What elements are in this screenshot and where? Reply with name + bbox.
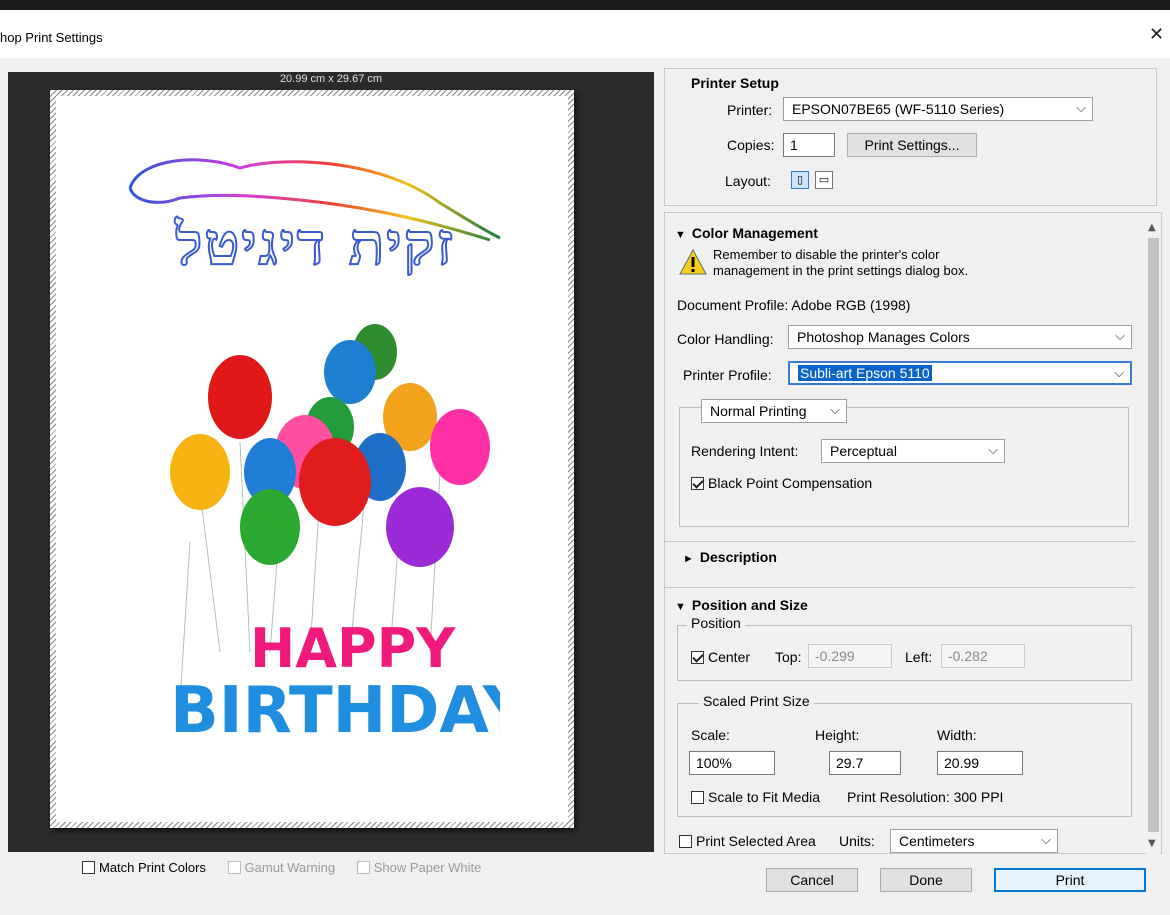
gamut-warning-label: Gamut Warning [244,860,336,875]
copies-label: Copies: [727,137,775,153]
chevron-down-icon: ⌵ [1114,365,1124,380]
print-resolution: Print Resolution: 300 PPI [847,789,1004,805]
cancel-button[interactable]: Cancel [766,868,858,892]
close-icon[interactable]: ✕ [1149,24,1164,45]
gamut-warning-option: Gamut Warning [227,860,336,875]
hebrew-title-text: זקית דיגיטל [174,209,455,279]
expand-triangle-icon: ► [683,553,694,565]
scale-label: Scale: [691,727,730,743]
print-selected-area-checkbox[interactable] [679,835,692,848]
rendering-intent-label: Rendering Intent: [691,443,799,459]
normal-printing-select[interactable]: Normal Printing ⌵ [701,399,847,423]
birthday-balloons-graphic: HAPPY BIRTHDAY [170,324,530,748]
black-point-compensation-option[interactable]: Black Point Compensation [691,475,872,491]
description-header[interactable]: ► Description [683,549,777,565]
window-top-edge [0,0,1170,10]
scale-to-fit-checkbox[interactable] [691,791,704,804]
height-input[interactable]: 29.7 [829,751,901,775]
match-print-colors-label: Match Print Colors [99,860,206,875]
scroll-up-icon[interactable]: ▲ [1148,222,1156,233]
show-paper-white-option: Show Paper White [356,860,482,875]
gamut-warning-checkbox [227,861,241,874]
layout-label: Layout: [725,173,771,189]
center-checkbox[interactable] [691,651,704,664]
section-divider [665,541,1135,542]
units-select[interactable]: Centimeters ⌵ [890,829,1058,853]
landscape-layout-icon[interactable]: ▭ [815,171,833,189]
warning-line-1: Remember to disable the printer's color [713,247,940,262]
black-point-compensation-checkbox[interactable] [691,477,704,490]
print-selected-area-option[interactable]: Print Selected Area [679,833,816,849]
top-input: -0.299 [808,644,892,668]
units-label: Units: [839,833,875,849]
match-print-colors-option[interactable]: Match Print Colors [82,860,206,875]
printer-setup-header: Printer Setup [691,75,779,91]
done-button[interactable]: Done [880,868,972,892]
printer-profile-label: Printer Profile: [683,367,772,383]
window-title: hop Print Settings [0,30,103,45]
paper-size-label: 20.99 cm x 29.67 cm [279,73,383,85]
printer-select[interactable]: EPSON07BE65 (WF-5110 Series) ⌵ [783,97,1093,121]
birthday-text: BIRTHDAY [170,674,500,748]
print-settings-button[interactable]: Print Settings... [847,133,977,157]
center-label: Center [708,649,751,665]
print-button[interactable]: Print [994,868,1146,892]
paper-page: זקית דיגיטל HAPPY BIRTHDAY [50,90,574,828]
black-point-compensation-label: Black Point Compensation [708,475,873,491]
width-input[interactable]: 20.99 [937,751,1023,775]
print-selected-area-label: Print Selected Area [696,833,816,849]
happy-text: HAPPY [250,617,456,680]
portrait-layout-icon[interactable]: ▯ [791,171,809,189]
rendering-intent-value: Perceptual [830,443,897,459]
collapse-triangle-icon: ▼ [675,601,686,613]
top-label: Top: [775,649,802,665]
printer-profile-select[interactable]: Subli-art Epson 5110 ⌵ [788,361,1132,385]
scale-to-fit-label: Scale to Fit Media [708,789,821,805]
printer-label: Printer: [727,102,773,118]
chevron-down-icon: ⌵ [1115,328,1125,343]
color-handling-value: Photoshop Manages Colors [797,329,970,345]
chevron-down-icon: ⌵ [988,442,998,457]
scrollbar-thumb[interactable] [1148,238,1159,832]
document-profile: Document Profile: Adobe RGB (1998) [677,297,911,313]
rendering-intent-select[interactable]: Perceptual ⌵ [821,439,1005,463]
warning-icon [679,249,707,275]
settings-scroll-panel: ▼ Color Management Remember to disable th… [664,212,1162,854]
left-label: Left: [905,649,933,665]
center-option[interactable]: Center [691,649,750,665]
title-bar [0,10,1170,58]
scale-input[interactable]: 100% [689,751,775,775]
units-value: Centimeters [899,833,975,849]
match-print-colors-checkbox[interactable] [82,861,95,874]
color-management-header[interactable]: ▼ Color Management [675,225,818,241]
normal-printing-group [679,407,1129,527]
hebrew-logo-artwork: זקית דיגיטל [120,148,510,298]
show-paper-white-label: Show Paper White [373,860,482,875]
scroll-down-icon[interactable]: ▼ [1148,838,1156,849]
balloons-image: HAPPY BIRTHDAY [140,322,530,762]
chevron-down-icon: ⌵ [1076,100,1086,115]
printer-profile-value: Subli-art Epson 5110 [798,365,932,381]
scaled-print-size-title: Scaled Print Size [699,693,814,709]
printer-setup-panel: Printer Setup Printer: EPSON07BE65 (WF-5… [664,68,1157,206]
chevron-down-icon: ⌵ [830,402,840,417]
chevron-down-icon: ⌵ [1041,832,1051,847]
print-preview: 20.99 cm x 29.67 cm זקית דיגיטל HAPPY BI… [8,72,654,852]
left-input: -0.282 [941,644,1025,668]
color-handling-select[interactable]: Photoshop Manages Colors ⌵ [788,325,1132,349]
section-divider [665,587,1135,588]
position-group-title: Position [687,615,745,631]
width-label: Width: [937,727,977,743]
normal-printing-value: Normal Printing [710,403,807,419]
collapse-triangle-icon: ▼ [675,229,686,241]
warning-line-2: management in the print settings dialog … [713,263,969,278]
position-size-header[interactable]: ▼ Position and Size [675,597,808,613]
scale-to-fit-option[interactable]: Scale to Fit Media [691,789,820,805]
copies-input[interactable]: 1 [783,133,835,157]
color-handling-label: Color Handling: [677,331,774,347]
preview-options: Match Print Colors Gamut Warning Show Pa… [82,860,499,875]
height-label: Height: [815,727,860,743]
printer-value: EPSON07BE65 (WF-5110 Series) [792,101,1005,117]
show-paper-white-checkbox [356,861,370,874]
